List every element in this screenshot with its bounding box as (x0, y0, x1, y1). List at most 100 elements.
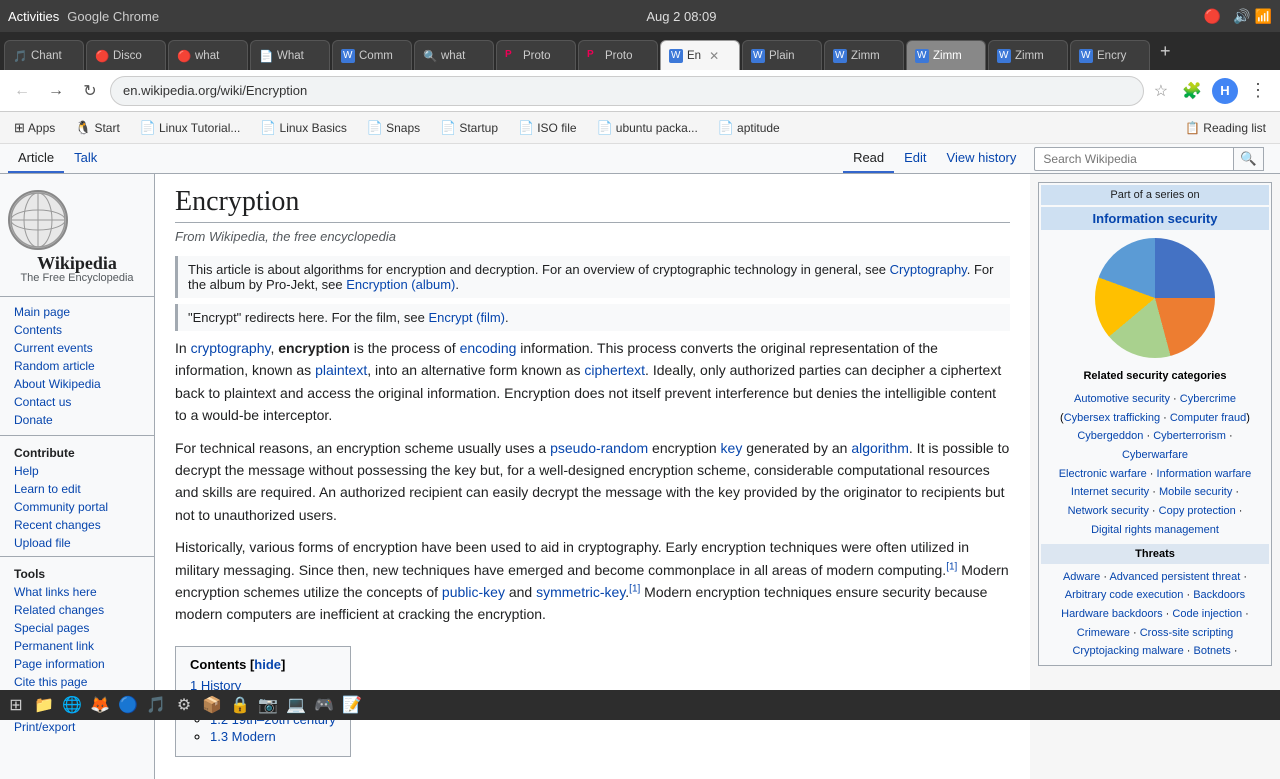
link-botnets[interactable]: Botnets (1194, 645, 1231, 657)
tab-plain[interactable]: W Plain (742, 40, 822, 70)
extensions-button[interactable]: 🧩 (1178, 77, 1206, 105)
tab-en-encryption[interactable]: W En ✕ (660, 40, 740, 70)
tab-talk[interactable]: Talk (64, 144, 107, 173)
bookmark-star-button[interactable]: ☆ (1150, 77, 1172, 105)
tab-what2[interactable]: 📄 What (250, 40, 330, 70)
back-button[interactable]: ← (8, 77, 36, 105)
link-code-injection[interactable]: Code injection (1172, 608, 1242, 620)
link-algorithm[interactable]: algorithm (851, 440, 909, 456)
forward-button[interactable]: → (42, 77, 70, 105)
link-public-key[interactable]: public-key (442, 584, 505, 600)
link-crimeware[interactable]: Crimeware (1077, 627, 1130, 639)
taskbar-terminal-icon[interactable]: 💻 (284, 693, 308, 717)
bookmark-linux-basics[interactable]: 📄 Linux Basics (252, 118, 355, 138)
taskbar-game-icon[interactable]: 🎮 (312, 693, 336, 717)
sidebar-link-donate[interactable]: Donate (0, 411, 154, 429)
link-apt[interactable]: Advanced persistent threat (1109, 571, 1240, 583)
link-key[interactable]: key (721, 440, 743, 456)
tab-close-en[interactable]: ✕ (709, 49, 719, 63)
link-cybersex[interactable]: Cybersex trafficking (1064, 412, 1160, 424)
link-copy-protection[interactable]: Copy protection (1159, 505, 1236, 517)
wiki-search-button[interactable]: 🔍 (1234, 147, 1264, 171)
reading-list-button[interactable]: 📋 Reading list (1177, 119, 1274, 137)
link-automotive[interactable]: Automotive security (1074, 393, 1170, 405)
wiki-search-input[interactable] (1034, 147, 1234, 171)
tab-zimm2[interactable]: W Zimm (906, 40, 986, 70)
taskbar-files-icon[interactable]: 📁 (32, 693, 56, 717)
bookmark-iso[interactable]: 📄 ISO file (510, 118, 585, 138)
minimize-button[interactable]: 🔴 (1204, 8, 1221, 25)
link-cryptography[interactable]: Cryptography (890, 262, 967, 277)
infobox-title-link[interactable]: Information security (1093, 211, 1218, 226)
tab-view-history[interactable]: View history (937, 144, 1027, 173)
link-cyberwarfare[interactable]: Cyberwarfare (1122, 449, 1188, 461)
link-encryption-album[interactable]: Encryption (album) (346, 277, 455, 292)
sidebar-link-what-links[interactable]: What links here (0, 583, 154, 601)
taskbar-chrome-icon[interactable]: 🌐 (60, 693, 84, 717)
link-xss[interactable]: Cross-site scripting (1140, 627, 1234, 639)
sidebar-link-recent-changes[interactable]: Recent changes (0, 516, 154, 534)
tab-zimm1[interactable]: W Zimm (824, 40, 904, 70)
sidebar-link-contents[interactable]: Contents (0, 321, 154, 339)
menu-button[interactable]: ⋮ (1244, 77, 1272, 105)
link-hardware-backdoors[interactable]: Hardware backdoors (1061, 608, 1163, 620)
sidebar-link-page-info[interactable]: Page information (0, 655, 154, 673)
taskbar-camera-icon[interactable]: 📷 (256, 693, 280, 717)
link-backdoors[interactable]: Backdoors (1193, 589, 1245, 601)
activities-button[interactable]: Activities (8, 9, 59, 24)
profile-avatar[interactable]: H (1212, 78, 1238, 104)
sidebar-link-related-changes[interactable]: Related changes (0, 601, 154, 619)
sidebar-link-upload[interactable]: Upload file (0, 534, 154, 552)
link-cybercrime[interactable]: Cybercrime (1180, 393, 1236, 405)
link-symmetric-key[interactable]: symmetric-key (536, 584, 625, 600)
tab-article[interactable]: Article (8, 144, 64, 173)
reload-button[interactable]: ↻ (76, 77, 104, 105)
bookmark-linux-tutorial[interactable]: 📄 Linux Tutorial... (132, 118, 249, 138)
taskbar-note-icon[interactable]: 📝 (340, 693, 364, 717)
taskbar-settings-icon[interactable]: 🔵 (116, 693, 140, 717)
tab-proto2[interactable]: P Proto (578, 40, 658, 70)
bookmark-start[interactable]: 🐧 Start (67, 118, 128, 138)
taskbar-firefox-icon[interactable]: 🦊 (88, 693, 112, 717)
bookmark-apps[interactable]: ⊞ Apps (6, 118, 63, 138)
tab-edit[interactable]: Edit (894, 144, 936, 173)
tab-chant[interactable]: 🎵 Chant (4, 40, 84, 70)
link-cryptojacking[interactable]: Cryptojacking malware (1072, 645, 1183, 657)
taskbar-package-icon[interactable]: 📦 (200, 693, 224, 717)
link-info-warfare[interactable]: Information warfare (1157, 468, 1252, 480)
toc-hide-link[interactable]: hide (254, 657, 281, 672)
link-internet-security[interactable]: Internet security (1071, 486, 1149, 498)
tab-encry[interactable]: W Encry (1070, 40, 1150, 70)
link-pseudorandom[interactable]: pseudo-random (550, 440, 648, 456)
link-encoding[interactable]: encoding (460, 340, 517, 356)
sidebar-link-cite[interactable]: Cite this page (0, 673, 154, 691)
taskbar-lock-icon[interactable]: 🔒 (228, 693, 252, 717)
tab-proto1[interactable]: P Proto (496, 40, 576, 70)
new-tab-button[interactable]: + (1152, 41, 1179, 62)
sidebar-link-main-page[interactable]: Main page (0, 303, 154, 321)
sidebar-link-about[interactable]: About Wikipedia (0, 375, 154, 393)
tab-read[interactable]: Read (843, 144, 894, 173)
link-drm[interactable]: Digital rights management (1091, 524, 1219, 536)
link-network-security[interactable]: Network security (1068, 505, 1149, 517)
link-plaintext[interactable]: plaintext (315, 362, 367, 378)
sidebar-link-help[interactable]: Help (0, 462, 154, 480)
sidebar-link-permanent[interactable]: Permanent link (0, 637, 154, 655)
toc-link-modern[interactable]: 1.3 Modern (210, 729, 276, 744)
link-arbitrary-code[interactable]: Arbitrary code execution (1065, 589, 1184, 601)
sidebar-link-special-pages[interactable]: Special pages (0, 619, 154, 637)
sidebar-link-print[interactable]: Print/export (0, 718, 154, 736)
url-bar[interactable]: en.wikipedia.org/wiki/Encryption (110, 76, 1144, 106)
tab-comm[interactable]: W Comm (332, 40, 412, 70)
link-mobile-security[interactable]: Mobile security (1159, 486, 1232, 498)
bookmark-startup[interactable]: 📄 Startup (432, 118, 506, 138)
link-encrypt-film[interactable]: Encrypt (film) (428, 310, 505, 325)
bookmark-ubuntu[interactable]: 📄 ubuntu packa... (589, 118, 706, 138)
taskbar-apps-icon[interactable]: ⊞ (4, 693, 28, 717)
link-computer-fraud[interactable]: Computer fraud (1170, 412, 1246, 424)
sidebar-link-random-article[interactable]: Random article (0, 357, 154, 375)
link-cryptography-inline[interactable]: cryptography (191, 340, 271, 356)
sidebar-link-community[interactable]: Community portal (0, 498, 154, 516)
tab-what1[interactable]: 🔴 what (168, 40, 248, 70)
taskbar-music-icon[interactable]: 🎵 (144, 693, 168, 717)
